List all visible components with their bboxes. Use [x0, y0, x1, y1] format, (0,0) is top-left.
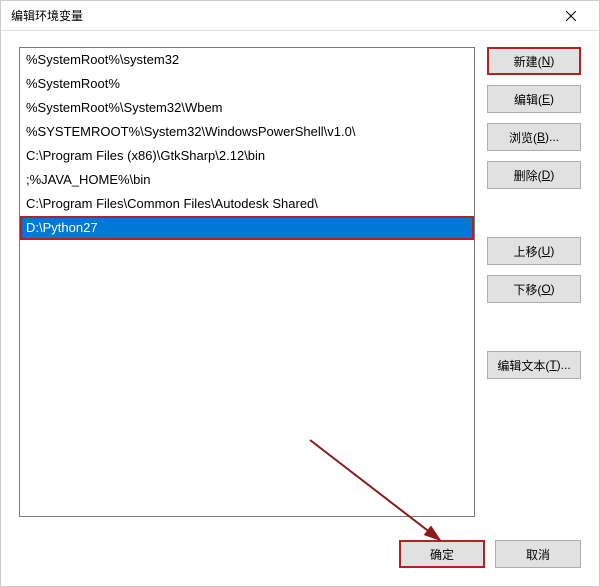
list-item[interactable]: ;%JAVA_HOME%\bin	[20, 168, 474, 192]
content-area: %SystemRoot%\system32%SystemRoot%%System…	[1, 31, 599, 530]
list-item[interactable]: C:\Program Files\Common Files\Autodesk S…	[20, 192, 474, 216]
button-sidebar: 新建(N) 编辑(E) 浏览(B)... 删除(D) 上移(U) 下移(O) 编…	[487, 47, 581, 520]
dialog-edit-env-var: 编辑环境变量 %SystemRoot%\system32%SystemRoot%…	[0, 0, 600, 587]
close-icon	[566, 11, 576, 21]
ok-button[interactable]: 确定	[399, 540, 485, 568]
titlebar: 编辑环境变量	[1, 1, 599, 31]
list-item[interactable]: %SystemRoot%\System32\Wbem	[20, 96, 474, 120]
edittext-button[interactable]: 编辑文本(T)...	[487, 351, 581, 379]
path-listbox[interactable]: %SystemRoot%\system32%SystemRoot%%System…	[19, 47, 475, 517]
moveup-button[interactable]: 上移(U)	[487, 237, 581, 265]
list-item[interactable]: %SYSTEMROOT%\System32\WindowsPowerShell\…	[20, 120, 474, 144]
delete-button[interactable]: 删除(D)	[487, 161, 581, 189]
movedown-button[interactable]: 下移(O)	[487, 275, 581, 303]
browse-button[interactable]: 浏览(B)...	[487, 123, 581, 151]
dialog-title: 编辑环境变量	[11, 7, 83, 24]
close-button[interactable]	[551, 2, 591, 30]
new-button[interactable]: 新建(N)	[487, 47, 581, 75]
list-item[interactable]: %SystemRoot%	[20, 72, 474, 96]
edit-button[interactable]: 编辑(E)	[487, 85, 581, 113]
list-item[interactable]: D:\Python27	[20, 216, 474, 240]
dialog-footer: 确定 取消	[1, 530, 599, 586]
cancel-button[interactable]: 取消	[495, 540, 581, 568]
list-item[interactable]: %SystemRoot%\system32	[20, 48, 474, 72]
list-item[interactable]: C:\Program Files (x86)\GtkSharp\2.12\bin	[20, 144, 474, 168]
